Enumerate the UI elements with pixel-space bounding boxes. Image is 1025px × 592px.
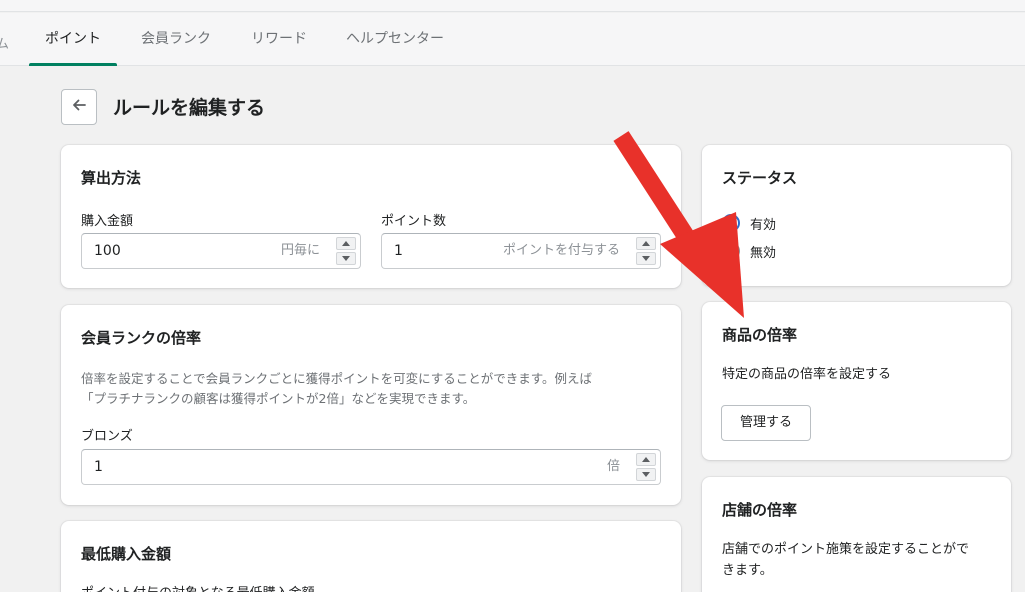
bronze-suffix: 倍 <box>606 459 620 474</box>
manage-button[interactable]: 管理する <box>721 405 811 441</box>
caret-up-icon <box>642 241 650 246</box>
tab-member-rank[interactable]: 会員ランク <box>130 13 222 66</box>
purchase-amount-stepper <box>336 237 356 265</box>
caret-up-icon <box>642 457 650 462</box>
radio-enabled[interactable] <box>722 214 740 232</box>
purchase-amount-label: 購入金額 <box>81 214 134 229</box>
purchase-amount-suffix: 円毎に <box>280 243 320 258</box>
decrement-button[interactable] <box>636 252 656 265</box>
rank-multiplier-description-2: 「プラチナランクの顧客は獲得ポイントが2倍」などを実現できます。 <box>81 391 476 406</box>
decrement-button[interactable] <box>636 468 656 481</box>
page-title: ルールを編集する <box>113 97 266 119</box>
caret-up-icon <box>342 241 350 246</box>
radio-enabled-label: 有効 <box>750 217 777 233</box>
store-multiplier-card: 店舗の倍率 店舗でのポイント施策を設定することがで きます。 <box>702 477 1011 592</box>
rank-multiplier-title: 会員ランクの倍率 <box>81 329 202 347</box>
calculation-card: 算出方法 購入金額 100 円毎に ポイント数 1 ポイントを付与する <box>61 145 681 288</box>
minimum-purchase-card: 最低購入金額 ポイント付与の対象となる最低購入金額 <box>61 521 681 592</box>
store-multiplier-title: 店舗の倍率 <box>722 501 798 519</box>
minimum-purchase-description: ポイント付与の対象となる最低購入金額 <box>81 584 315 592</box>
bronze-multiplier-input[interactable]: 1 倍 <box>81 449 661 485</box>
purchase-amount-input[interactable]: 100 円毎に <box>81 233 361 269</box>
decrement-button[interactable] <box>336 252 356 265</box>
caret-down-icon <box>342 256 350 261</box>
tab-bar: ム ポイント 会員ランク リワード ヘルプセンター <box>0 13 1025 66</box>
bronze-label: ブロンズ <box>81 429 133 444</box>
status-option-enabled[interactable]: 有効 <box>722 213 776 233</box>
increment-button[interactable] <box>336 237 356 250</box>
points-value: 1 <box>394 243 403 259</box>
minimum-purchase-title: 最低購入金額 <box>81 545 172 563</box>
radio-disabled-label: 無効 <box>750 245 777 261</box>
calculation-title: 算出方法 <box>81 169 142 187</box>
store-multiplier-description-2: きます。 <box>722 563 773 578</box>
status-title: ステータス <box>722 169 798 187</box>
points-suffix: ポイントを付与する <box>502 243 620 258</box>
product-multiplier-description: 特定の商品の倍率を設定する <box>722 367 892 382</box>
bronze-stepper <box>636 453 656 481</box>
arrow-left-icon <box>71 97 87 117</box>
radio-disabled[interactable] <box>722 242 740 260</box>
store-multiplier-description-1: 店舗でのポイント施策を設定することがで <box>722 542 970 557</box>
product-multiplier-card: 商品の倍率 特定の商品の倍率を設定する 管理する <box>702 302 1011 460</box>
increment-button[interactable] <box>636 453 656 466</box>
rank-multiplier-card: 会員ランクの倍率 倍率を設定することで会員ランクごとに獲得ポイントを可変にするこ… <box>61 305 681 505</box>
status-option-disabled[interactable]: 無効 <box>722 241 776 261</box>
points-label: ポイント数 <box>381 214 447 229</box>
increment-button[interactable] <box>636 237 656 250</box>
points-stepper <box>636 237 656 265</box>
product-multiplier-title: 商品の倍率 <box>722 326 798 344</box>
top-strip <box>0 0 1025 12</box>
caret-down-icon <box>642 256 650 261</box>
back-button[interactable] <box>61 89 97 125</box>
tab-rewards[interactable]: リワード <box>240 13 318 66</box>
bronze-value: 1 <box>94 459 103 475</box>
purchase-amount-value: 100 <box>94 243 121 259</box>
tab-help-center[interactable]: ヘルプセンター <box>336 13 454 66</box>
rank-multiplier-description-1: 倍率を設定することで会員ランクごとに獲得ポイントを可変にすることができます。例え… <box>81 371 593 386</box>
points-input[interactable]: 1 ポイントを付与する <box>381 233 661 269</box>
tab-points[interactable]: ポイント <box>29 13 117 66</box>
caret-down-icon <box>642 472 650 477</box>
tab-partial[interactable]: ム <box>0 33 9 52</box>
status-card: ステータス 有効 無効 <box>702 145 1011 286</box>
